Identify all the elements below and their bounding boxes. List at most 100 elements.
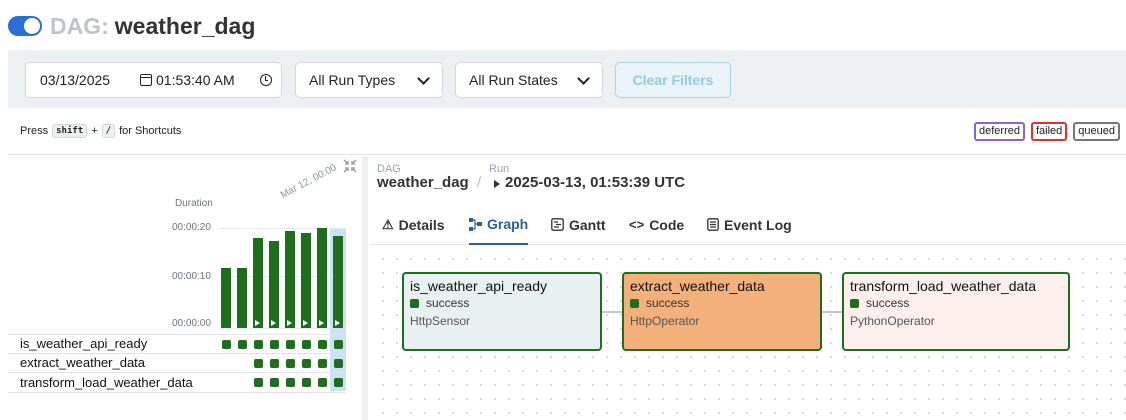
task-row[interactable]: extract_weather_data (8, 354, 346, 373)
duration-bar[interactable] (253, 238, 263, 328)
toggle-knob (24, 18, 40, 34)
success-indicator (630, 298, 639, 308)
manual-run-icon (319, 320, 324, 326)
run-states-select[interactable]: All Run States (455, 62, 603, 98)
task-row[interactable]: is_weather_api_ready (8, 334, 346, 354)
duration-bar[interactable] (333, 235, 343, 328)
success-indicator (850, 298, 859, 308)
legend-failed[interactable]: failed (1030, 122, 1068, 141)
task-instance-cell[interactable] (318, 358, 327, 368)
code-icon: <> (629, 217, 645, 232)
node-state-text: success (426, 296, 470, 310)
duration-bar[interactable] (301, 233, 311, 328)
task-instance-cell[interactable] (254, 378, 263, 387)
manual-run-icon (287, 320, 292, 326)
task-row[interactable]: transform_load_weather_data (8, 373, 346, 393)
task-instance-cell[interactable] (302, 358, 311, 368)
run-date-label: Mar 12, 00:00 (278, 162, 339, 201)
duration-bar[interactable] (269, 240, 279, 328)
task-instance-cell[interactable] (270, 378, 279, 387)
node-operator: HttpSensor (410, 314, 471, 328)
warning-icon: ⚠ (382, 216, 394, 232)
manual-run-icon (271, 320, 276, 326)
tab-label: Gantt (569, 216, 606, 233)
chevron-down-icon (417, 72, 430, 85)
task-instance-cell[interactable] (334, 340, 343, 349)
tab-code[interactable]: <> Code (629, 205, 684, 244)
divider (8, 154, 1126, 155)
task-instance-cell[interactable] (238, 340, 247, 349)
node-operator: HttpOperator (630, 314, 700, 328)
task-name: transform_load_weather_data (20, 374, 193, 390)
base-date-input[interactable]: 03/13/2025 01:53:40 AM (25, 62, 282, 98)
tab-bar: ⚠ Details Graph Gantt <> Code Event Log (370, 205, 1126, 245)
task-instance-cell[interactable] (286, 358, 295, 368)
task-node-extract-weather-data[interactable]: extract_weather_data success HttpOperato… (622, 272, 822, 351)
duration-bar[interactable] (317, 228, 327, 328)
task-name: is_weather_api_ready (20, 336, 148, 352)
tab-label: Details (398, 216, 445, 233)
manual-run-icon (303, 320, 308, 326)
task-instance-cell[interactable] (334, 358, 343, 368)
time-value: 01:53:40 AM (156, 72, 235, 88)
tick-label-20: 00:00:20 (172, 222, 211, 233)
collapse-icon[interactable] (342, 158, 358, 174)
duration-label: Duration (175, 198, 213, 209)
task-instance-cell[interactable] (222, 340, 231, 349)
shortcut-plus: + (91, 125, 98, 137)
task-instance-cell[interactable] (334, 378, 343, 387)
shortcut-suffix-text: for Shortcuts (119, 125, 182, 137)
legend-deferred[interactable]: deferred (974, 122, 1025, 141)
gantt-icon (551, 218, 564, 231)
task-instance-cell[interactable] (270, 340, 279, 349)
tab-label: Code (649, 216, 685, 233)
node-task-name: is_weather_api_ready (410, 278, 547, 294)
task-instance-cell[interactable] (286, 378, 295, 387)
tab-gantt[interactable]: Gantt (551, 205, 606, 244)
task-instance-cell[interactable] (270, 358, 279, 368)
dag-pause-toggle[interactable] (8, 16, 42, 36)
tab-graph[interactable]: Graph (469, 205, 529, 245)
task-instance-cell[interactable] (302, 378, 311, 387)
run-types-select[interactable]: All Run Types (295, 62, 443, 98)
tab-details[interactable]: ⚠ Details (382, 205, 445, 244)
play-icon (494, 180, 500, 188)
tab-label: Event Log (724, 216, 792, 233)
task-instance-cell[interactable] (318, 378, 327, 387)
task-instance-cell[interactable] (302, 340, 311, 349)
tab-event-log[interactable]: Event Log (707, 205, 792, 244)
clear-filters-button[interactable]: Clear Filters (615, 62, 731, 98)
state-legend: deferred failed queued (974, 122, 1120, 141)
duration-bar[interactable] (221, 268, 231, 328)
grid-line (219, 228, 347, 229)
shortcut-hint: Press shift + / for Shortcuts (20, 124, 181, 138)
node-operator: PythonOperator (850, 314, 935, 328)
panel-resize-handle[interactable] (362, 156, 368, 420)
calendar-icon[interactable] (140, 74, 152, 86)
graph-edge (602, 311, 622, 313)
success-indicator (410, 298, 419, 308)
duration-bar[interactable] (285, 230, 295, 328)
run-states-value: All Run States (469, 72, 558, 88)
slash-key: / (101, 124, 116, 138)
manual-run-icon (255, 320, 260, 326)
task-instance-cell[interactable] (318, 340, 327, 349)
task-instance-cell[interactable] (254, 358, 263, 368)
tick-label-10: 00:00:10 (172, 271, 211, 282)
legend-queued[interactable]: queued (1073, 122, 1120, 141)
graph-icon (469, 217, 482, 231)
task-instance-cell[interactable] (254, 340, 263, 349)
node-task-name: transform_load_weather_data (850, 278, 1037, 294)
task-node-is-weather-api-ready[interactable]: is_weather_api_ready success HttpSensor (402, 272, 602, 351)
task-node-transform-load-weather-data[interactable]: transform_load_weather_data success Pyth… (842, 272, 1070, 351)
node-state-text: success (646, 296, 690, 310)
dag-crumb-link[interactable]: weather_dag (377, 174, 469, 191)
task-instance-cell[interactable] (286, 340, 295, 349)
node-state: success (630, 296, 814, 310)
clock-icon[interactable] (260, 74, 272, 86)
graph-edge (822, 311, 842, 313)
run-crumb-link[interactable]: 2025-03-13, 01:53:39 UTC (505, 174, 685, 191)
duration-bar[interactable] (237, 268, 247, 328)
shortcut-press-text: Press (20, 125, 49, 137)
shift-key: shift (52, 124, 88, 138)
